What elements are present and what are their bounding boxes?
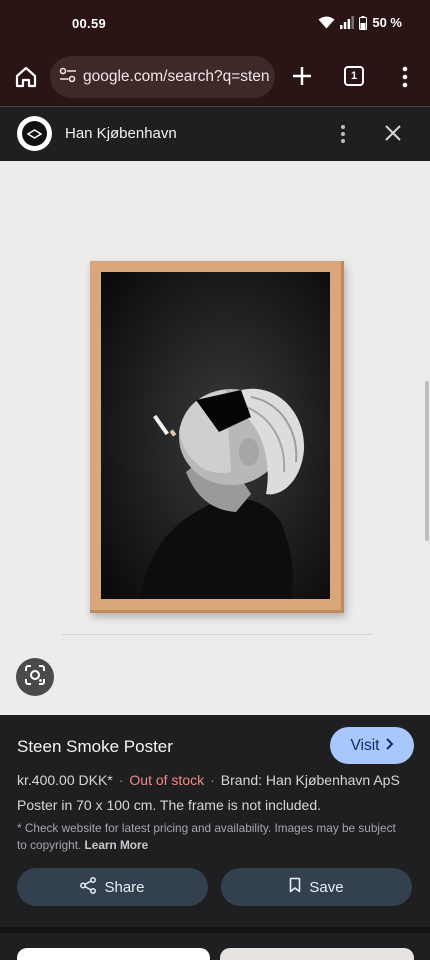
wifi-icon <box>318 16 335 29</box>
plus-icon <box>290 67 314 92</box>
more-vert-icon <box>398 66 412 94</box>
browser-toolbar: google.com/search?q=sten 1 <box>0 50 430 106</box>
status-icons: 50 % <box>318 15 402 30</box>
site-logo[interactable] <box>17 116 52 151</box>
related-card[interactable] <box>17 948 210 960</box>
scrollbar-thumb[interactable] <box>425 381 429 541</box>
visit-button[interactable]: Visit <box>330 727 414 764</box>
save-button[interactable]: Save <box>221 868 412 906</box>
home-icon <box>13 66 39 94</box>
learn-more-link[interactable]: Learn More <box>85 838 149 852</box>
disclaimer: * Check website for latest pricing and a… <box>17 820 397 854</box>
share-icon <box>80 876 97 898</box>
panel-more-button[interactable] <box>336 123 350 145</box>
chevron-right-icon <box>385 737 394 755</box>
status-time: 00.59 <box>72 16 107 31</box>
lens-icon <box>24 664 46 691</box>
separator: · <box>210 772 215 788</box>
stock-status: Out of stock <box>129 772 205 788</box>
url-text[interactable]: google.com/search?q=sten <box>83 68 270 86</box>
product-description: Poster in 70 x 100 cm. The frame is not … <box>17 797 322 813</box>
close-button[interactable] <box>383 123 403 143</box>
poster-portrait <box>101 272 330 599</box>
share-label: Share <box>104 878 145 896</box>
status-bar: 00.59 50 % <box>0 0 430 50</box>
product-title: Steen Smoke Poster <box>17 737 173 756</box>
close-icon <box>383 125 403 147</box>
visit-label: Visit <box>350 736 380 754</box>
new-tab-button[interactable] <box>290 64 314 88</box>
product-meta: kr.400.00 DKK* · Out of stock · Brand: Han K… <box>17 772 400 788</box>
product-brand: Brand: Han Kjøbenhavn ApS <box>220 772 400 788</box>
product-price: kr.400.00 DKK* <box>17 772 113 788</box>
home-button[interactable] <box>13 64 39 90</box>
google-lens-button[interactable] <box>16 658 54 696</box>
divider <box>62 634 372 635</box>
tune-icon[interactable] <box>59 67 77 88</box>
battery-icon <box>359 15 368 30</box>
site-name[interactable]: Han Kjøbenhavn <box>65 125 177 142</box>
panel-header: Han Kjøbenhavn <box>0 106 430 161</box>
site-logo-icon <box>22 121 47 146</box>
product-info-panel: Steen Smoke Poster Visit kr.400.00 DKK* ·… <box>0 715 430 927</box>
tab-switcher-button[interactable]: 1 <box>344 66 364 86</box>
signal-icon <box>340 16 355 29</box>
disclaimer-text: * Check website for latest pricing and a… <box>17 821 396 852</box>
product-image-area[interactable] <box>0 161 430 715</box>
browser-menu-button[interactable] <box>398 64 412 90</box>
share-button[interactable]: Share <box>17 868 208 906</box>
poster-frame <box>90 261 344 613</box>
related-card[interactable] <box>220 948 414 960</box>
battery-percent: 50 % <box>372 15 402 30</box>
url-bar[interactable]: google.com/search?q=sten <box>50 56 275 98</box>
poster-photo <box>101 272 330 599</box>
more-vert-icon <box>336 125 350 149</box>
related-results-strip <box>0 933 430 960</box>
save-label: Save <box>309 878 344 896</box>
bookmark-icon <box>289 877 301 897</box>
separator: · <box>118 772 124 788</box>
